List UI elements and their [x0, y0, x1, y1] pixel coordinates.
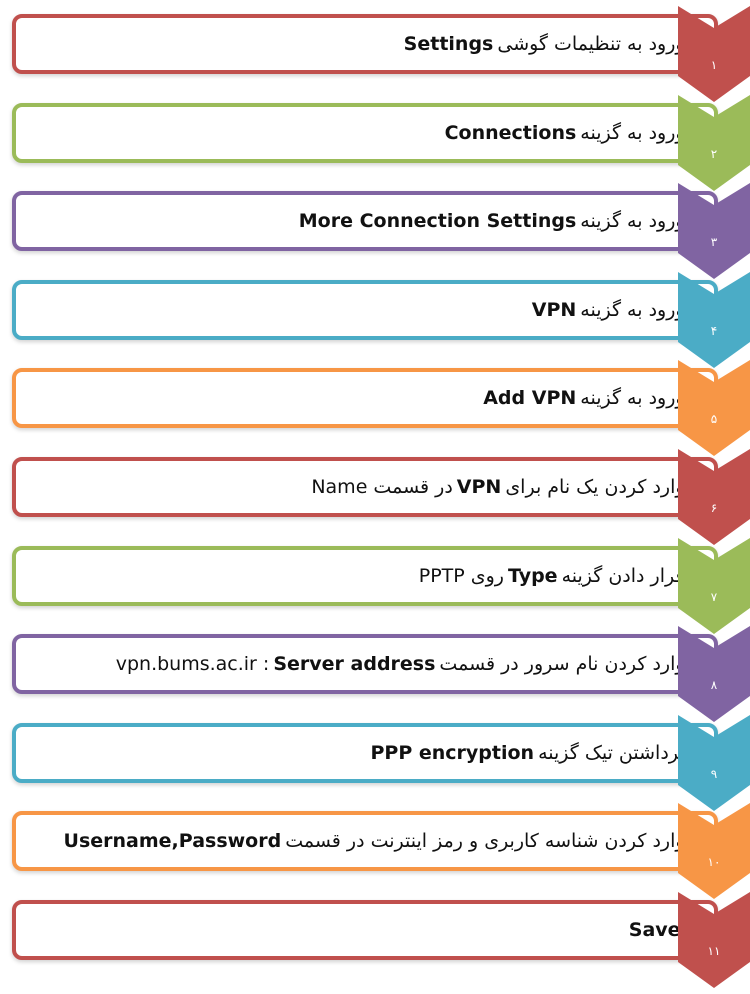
- step-text: •وارد کردن نام سرور در قسمتServer addres…: [116, 634, 702, 694]
- chevron-arrow-icon: [678, 714, 750, 811]
- chevron-arrow-icon: [678, 626, 750, 723]
- step-keyword: VPN: [531, 298, 577, 321]
- step-description: برداشتن تیک گزینه: [538, 741, 685, 764]
- step-number: ۴: [710, 323, 718, 338]
- step-keyword: VPN: [456, 476, 502, 498]
- step-text: •برداشتن تیک گزینهPPP encryption: [366, 723, 702, 783]
- step-description: وارد کردن شناسه کاربری و رمز اینترنت در …: [285, 830, 685, 853]
- step-7: •قرار دادن گزینهTypeروی PPTP ۷: [0, 537, 750, 634]
- step-text: •ورود به گزینهMore Connection Settings: [295, 191, 702, 251]
- process-steps-diagram: •ورود به تنظیمات گوشیSettings ۱ •ورود به گ…: [0, 0, 750, 994]
- step-description: ورود به گزینه: [580, 298, 685, 321]
- step-number: ۱۰: [707, 855, 721, 870]
- chevron-arrow-icon: [678, 360, 750, 457]
- step-text: •ورود به تنظیمات گوشیSettings: [400, 14, 702, 74]
- step-keyword: Add VPN: [483, 387, 577, 410]
- chevron-arrow-icon: [678, 94, 750, 191]
- step-5: •ورود به گزینهAdd VPN ۵: [0, 360, 750, 457]
- step-box: [12, 900, 718, 960]
- step-number: ۵: [710, 412, 718, 427]
- step-11: •Save۱۱: [0, 892, 750, 988]
- step-detail: : vpn.bums.ac.ir: [115, 653, 270, 676]
- step-keyword: Server address: [273, 653, 436, 676]
- step-keyword: Username,Password: [63, 830, 282, 853]
- step-text: •ورود به گزینهAdd VPN: [479, 368, 702, 428]
- step-description: ورود به تنظیمات گوشی: [497, 33, 685, 55]
- step-keyword: Save: [628, 919, 681, 941]
- step-9: •برداشتن تیک گزینهPPP encryption ۹: [0, 714, 750, 811]
- chevron-arrow-icon: [678, 449, 750, 545]
- step-number: ۳: [710, 235, 718, 250]
- step-number: ۱۱: [707, 944, 721, 958]
- step-keyword: Settings: [403, 33, 494, 55]
- step-description: قرار دادن گزینه: [561, 564, 685, 587]
- step-text: •قرار دادن گزینهTypeروی PPTP: [419, 546, 702, 606]
- step-number: ۶: [710, 501, 718, 515]
- step-8: •وارد کردن نام سرور در قسمتServer addres…: [0, 626, 750, 723]
- chevron-arrow-icon: [678, 183, 750, 280]
- step-number: ۹: [710, 766, 718, 781]
- step-description: ورود به گزینه: [580, 121, 685, 144]
- step-text: •وارد کردن شناسه کاربری و رمز اینترنت در…: [60, 811, 702, 871]
- step-description: ورود به گزینه: [580, 387, 685, 410]
- step-keyword: More Connection Settings: [298, 210, 577, 233]
- step-keyword: Type: [507, 564, 558, 587]
- step-description: ورود به گزینه: [580, 210, 685, 233]
- chevron-arrow-icon: [678, 892, 750, 988]
- step-description: وارد کردن نام سرور در قسمت: [439, 653, 685, 676]
- chevron-arrow-icon: [678, 271, 750, 368]
- step-2: •ورود به گزینهConnections ۲: [0, 94, 750, 191]
- step-4: •ورود به گزینهVPN ۴: [0, 271, 750, 368]
- step-1: •ورود به تنظیمات گوشیSettings ۱: [0, 6, 750, 102]
- chevron-arrow-icon: [678, 6, 750, 102]
- step-3: •ورود به گزینهMore Connection Settings ۳: [0, 183, 750, 280]
- step-keyword: PPP encryption: [370, 741, 535, 764]
- chevron-arrow-icon: [678, 537, 750, 634]
- step-text: •ورود به گزینهVPN: [528, 280, 702, 340]
- step-keyword: Connections: [444, 121, 577, 144]
- step-text: •ورود به گزینهConnections: [441, 103, 702, 163]
- chevron-arrow-icon: [678, 803, 750, 900]
- step-number: ۷: [710, 589, 718, 604]
- step-detail: روی PPTP: [418, 564, 504, 587]
- step-10: •وارد کردن شناسه کاربری و رمز اینترنت در…: [0, 803, 750, 900]
- step-number: ۱: [710, 58, 718, 72]
- step-detail: در قسمت Name: [311, 476, 453, 498]
- step-6: •وارد کردن یک نام برایVPNدر قسمت Name ۶: [0, 449, 750, 545]
- step-text: •وارد کردن یک نام برایVPNدر قسمت Name: [311, 457, 702, 517]
- step-number: ۲: [710, 146, 718, 161]
- step-description: وارد کردن یک نام برای: [505, 476, 685, 498]
- step-number: ۸: [710, 678, 718, 693]
